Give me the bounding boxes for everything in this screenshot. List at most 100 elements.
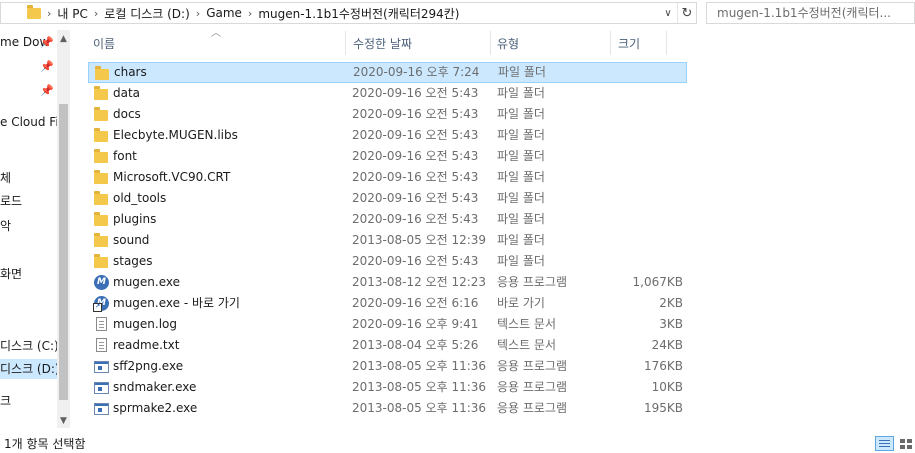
file-row[interactable]: docs 2020-09-16 오전 5:43 파일 폴더 bbox=[88, 104, 687, 125]
nav-item-network[interactable]: 크 bbox=[0, 391, 11, 411]
nav-scrollbar[interactable]: ▲ ▼ bbox=[57, 30, 70, 428]
file-date: 2013-08-05 오후 11:36 bbox=[352, 401, 487, 415]
file-name: Elecbyte.MUGEN.libs bbox=[113, 128, 238, 142]
folder-icon bbox=[94, 191, 108, 205]
breadcrumb-separator-icon[interactable]: › bbox=[248, 7, 252, 20]
folder-icon bbox=[94, 212, 108, 226]
file-row[interactable]: sprmake2.exe 2013-08-05 오후 11:36 응용 프로그램 19… bbox=[88, 398, 687, 419]
column-divider[interactable] bbox=[666, 31, 667, 55]
file-row[interactable]: Mmugen.exe 2013-08-12 오전 12:23 응용 프로그램 1,06… bbox=[88, 272, 687, 293]
details-view-icon[interactable] bbox=[875, 436, 894, 451]
file-size: 1,067KB bbox=[632, 275, 683, 289]
file-row[interactable]: chars 2020-09-16 오후 7:24 파일 폴더 bbox=[88, 62, 687, 83]
nav-item-desktop[interactable]: 화면 bbox=[0, 264, 22, 284]
file-name: sound bbox=[113, 233, 150, 247]
file-type: 파일 폴더 bbox=[497, 149, 545, 163]
file-date: 2020-09-16 오전 5:43 bbox=[352, 86, 479, 100]
text-document-icon bbox=[96, 338, 107, 352]
file-name: chars bbox=[114, 65, 147, 79]
file-type: 바로 가기 bbox=[497, 296, 545, 310]
breadcrumb-game[interactable]: Game bbox=[206, 6, 242, 20]
file-row[interactable]: old_tools 2020-09-16 오전 5:43 파일 폴더 bbox=[88, 188, 687, 209]
file-date: 2020-09-16 오전 5:43 bbox=[352, 212, 479, 226]
folder-icon bbox=[95, 66, 109, 80]
pin-icon: 📌 bbox=[40, 84, 54, 97]
pin-icon: 📌 bbox=[40, 60, 54, 73]
column-divider[interactable] bbox=[345, 31, 346, 55]
file-date: 2020-09-16 오전 6:16 bbox=[352, 296, 479, 310]
file-type: 텍스트 문서 bbox=[497, 338, 557, 352]
file-size: 176KB bbox=[643, 359, 683, 373]
address-bar[interactable]: › 내 PC › 로컬 디스크 (D:) › Game › mugen-1.1b… bbox=[0, 2, 697, 24]
file-row[interactable]: sound 2013-08-05 오전 12:39 파일 폴더 bbox=[88, 230, 687, 251]
column-divider[interactable] bbox=[610, 31, 611, 55]
nav-item-music[interactable]: 악 bbox=[0, 216, 11, 236]
file-row[interactable]: plugins 2020-09-16 오전 5:43 파일 폴더 bbox=[88, 209, 687, 230]
file-date: 2013-08-05 오후 11:36 bbox=[352, 359, 487, 373]
breadcrumb-separator-icon[interactable]: › bbox=[94, 7, 98, 20]
file-name: old_tools bbox=[113, 191, 167, 205]
status-text: 1개 항목 선택함 bbox=[4, 437, 86, 451]
file-date: 2020-09-16 오전 5:43 bbox=[352, 191, 479, 205]
search-input[interactable]: mugen-1.1b1수정버전(캐릭터... bbox=[706, 2, 915, 24]
file-type: 응용 프로그램 bbox=[497, 359, 568, 373]
pin-icon: 📌 bbox=[40, 36, 54, 49]
breadcrumb-this-pc[interactable]: 내 PC bbox=[57, 5, 87, 22]
breadcrumb-drive-d[interactable]: 로컬 디스크 (D:) bbox=[104, 5, 189, 22]
nav-item-creative-cloud-files[interactable]: e Cloud Fil bbox=[0, 112, 62, 132]
file-row[interactable]: data 2020-09-16 오전 5:43 파일 폴더 bbox=[88, 83, 687, 104]
column-header-date[interactable]: 수정한 날짜 bbox=[353, 30, 412, 60]
file-date: 2020-09-16 오전 5:43 bbox=[352, 149, 479, 163]
large-icons-view-icon[interactable] bbox=[897, 436, 915, 451]
nav-item-drive-d[interactable]: 디스크 (D:) bbox=[0, 359, 60, 379]
file-type: 응용 프로그램 bbox=[497, 380, 568, 394]
file-name: sprmake2.exe bbox=[113, 401, 198, 415]
file-size: 24KB bbox=[651, 338, 683, 352]
column-header-type[interactable]: 유형 bbox=[497, 30, 519, 60]
folder-icon bbox=[94, 128, 108, 142]
file-row[interactable]: stages 2020-09-16 오전 5:43 파일 폴더 bbox=[88, 251, 687, 272]
scrollbar-thumb[interactable] bbox=[59, 104, 68, 400]
file-type: 파일 폴더 bbox=[497, 107, 545, 121]
file-row[interactable]: sndmaker.exe 2013-08-05 오후 11:36 응용 프로그램 10… bbox=[88, 377, 687, 398]
nav-item-drive-c[interactable]: 디스크 (C:) bbox=[0, 336, 59, 356]
file-type: 파일 폴더 bbox=[497, 233, 545, 247]
breadcrumb-separator-icon[interactable]: › bbox=[47, 7, 51, 20]
file-date: 2020-09-16 오후 9:41 bbox=[352, 317, 479, 331]
file-name: data bbox=[113, 86, 141, 100]
file-size: 2KB bbox=[659, 296, 683, 310]
file-date: 2020-09-16 오후 7:24 bbox=[353, 65, 480, 79]
file-date: 2020-09-16 오전 5:43 bbox=[352, 170, 479, 184]
file-type: 파일 폴더 bbox=[497, 212, 545, 226]
file-name: mugen.exe bbox=[113, 275, 181, 289]
nav-item-3d-objects[interactable]: 체 bbox=[0, 168, 11, 188]
file-row[interactable]: font 2020-09-16 오전 5:43 파일 폴더 bbox=[88, 146, 687, 167]
file-size: 3KB bbox=[659, 317, 683, 331]
breadcrumb-separator-icon[interactable]: › bbox=[196, 7, 200, 20]
column-divider[interactable] bbox=[490, 31, 491, 55]
scroll-down-icon[interactable]: ▼ bbox=[57, 416, 70, 426]
file-row[interactable]: readme.txt 2013-08-04 오후 5:26 텍스트 문서 24KB bbox=[88, 335, 687, 356]
address-history-dropdown-icon[interactable]: ∨ bbox=[660, 3, 676, 23]
navigation-pane[interactable]: me Dow 📌 📌 📌 e Cloud Fil 체 로드 악 화면 디스크 (… bbox=[0, 30, 72, 428]
refresh-icon[interactable]: ↻ bbox=[677, 3, 696, 23]
folder-icon bbox=[94, 107, 108, 121]
column-header-name[interactable]: 이름 bbox=[93, 30, 115, 60]
file-row[interactable]: sff2png.exe 2013-08-05 오후 11:36 응용 프로그램 176… bbox=[88, 356, 687, 377]
file-row[interactable]: M↗ mugen.exe - 바로 가기 2020-09-16 오전 6:16 바로 … bbox=[88, 293, 687, 314]
breadcrumb-mugen-folder[interactable]: mugen-1.1b1수정버전(캐릭터294칸) bbox=[258, 5, 459, 22]
file-date: 2020-09-16 오전 5:43 bbox=[352, 128, 479, 142]
file-row[interactable]: Elecbyte.MUGEN.libs 2020-09-16 오전 5:43 파일 … bbox=[88, 125, 687, 146]
folder-icon bbox=[94, 170, 108, 184]
application-icon bbox=[94, 382, 109, 394]
file-type: 파일 폴더 bbox=[497, 128, 545, 142]
file-date: 2013-08-05 오전 12:39 bbox=[352, 233, 487, 247]
file-row[interactable]: mugen.log 2020-09-16 오후 9:41 텍스트 문서 3KB bbox=[88, 314, 687, 335]
scroll-up-icon[interactable]: ▲ bbox=[57, 34, 70, 44]
folder-icon bbox=[94, 254, 108, 268]
file-name: docs bbox=[113, 107, 141, 121]
file-row[interactable]: Microsoft.VC90.CRT 2020-09-16 오전 5:43 파일 폴… bbox=[88, 167, 687, 188]
nav-item-downloads-2[interactable]: 로드 bbox=[0, 191, 22, 211]
folder-icon bbox=[94, 149, 108, 163]
column-header-size[interactable]: 크기 bbox=[618, 30, 640, 60]
